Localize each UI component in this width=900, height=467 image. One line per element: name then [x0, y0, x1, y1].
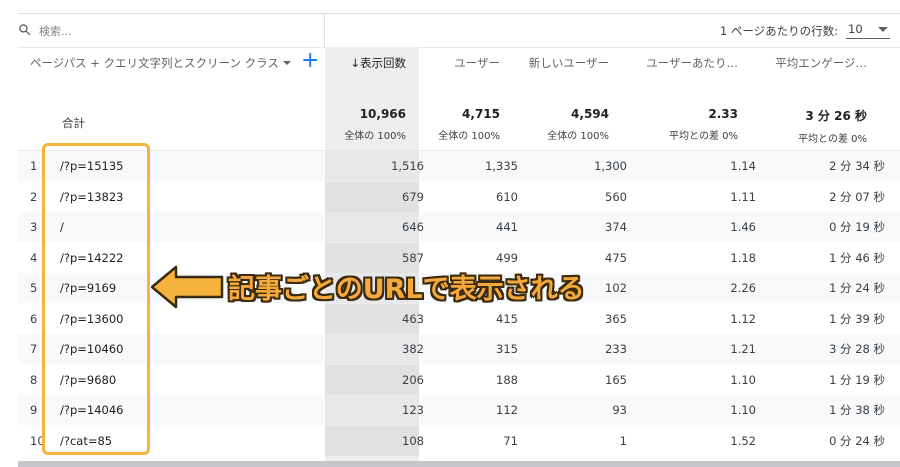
- row-index: 7: [30, 342, 38, 356]
- cell-views: 463: [402, 311, 424, 326]
- total-per-user: 2.33 平均との差 0%: [669, 107, 738, 142]
- cell-engagement: 2 分 34 秒: [829, 159, 885, 173]
- cell-engagement: 1 分 46 秒: [829, 250, 885, 265]
- row-index: 8: [30, 372, 38, 387]
- col-header-views[interactable]: ↓表示回数: [350, 55, 406, 71]
- cell-new-users: 1,300: [594, 159, 627, 173]
- col-header-engagement[interactable]: 平均エンゲージ…: [775, 55, 867, 71]
- cell-per-user: 1.21: [730, 342, 756, 356]
- cell-new-users: 365: [605, 311, 627, 326]
- row-index: 4: [30, 250, 38, 265]
- totals-label: 合計: [62, 116, 85, 130]
- col-header-new-users[interactable]: 新しいユーザー: [529, 55, 609, 71]
- cell-views: 206: [402, 372, 424, 387]
- rows-per-page-select[interactable]: 10: [846, 22, 890, 39]
- table-row[interactable]: 9/?p=14046 123 112 93 1.10 1 分 38 秒: [18, 395, 900, 425]
- cell-new-users: 374: [605, 220, 627, 234]
- total-views: 10,966 全体の 100%: [344, 107, 406, 142]
- annotation-callout: [148, 263, 226, 311]
- cell-engagement: 0 分 19 秒: [829, 220, 885, 234]
- table-row[interactable]: 10/?cat=85 108 71 1 1.52 0 分 24 秒: [18, 425, 900, 456]
- cell-per-user: 1.46: [730, 220, 756, 234]
- table-row[interactable]: 1/?p=15135 1,516 1,335 1,300 1.14 2 分 34 秒: [18, 151, 900, 181]
- cell-per-user: 1.10: [730, 372, 756, 387]
- cell-views: 123: [402, 403, 424, 417]
- cell-users: 1,335: [485, 159, 518, 173]
- cell-views: 679: [402, 189, 424, 204]
- cell-per-user: 1.12: [730, 311, 756, 326]
- cell-new-users: 560: [605, 189, 627, 204]
- cell-per-user: 1.11: [730, 189, 756, 204]
- cell-engagement: 0 分 24 秒: [829, 433, 885, 448]
- cell-new-users: 102: [605, 281, 627, 295]
- table-row[interactable]: 8/?p=9680 206 188 165 1.10 1 分 19 秒: [18, 364, 900, 395]
- dimension-selector[interactable]: ページパス + クエリ文字列とスクリーン クラス: [30, 55, 291, 71]
- search-input[interactable]: 検索...: [39, 23, 72, 39]
- search-icon: [18, 21, 31, 40]
- cell-per-user: 1.14: [730, 159, 756, 173]
- row-index: 6: [30, 311, 38, 326]
- cell-new-users: 475: [605, 250, 627, 265]
- cell-users: 112: [496, 403, 518, 417]
- cell-engagement: 2 分 07 秒: [829, 189, 885, 204]
- chevron-down-icon: [878, 26, 888, 32]
- table-row[interactable]: 7/?p=10460 382 315 233 1.21 3 分 28 秒: [18, 334, 900, 364]
- table-row[interactable]: 2/?p=13823 679 610 560 1.11 2 分 07 秒: [18, 181, 900, 212]
- cell-views: 646: [402, 220, 424, 234]
- cell-views: 1,516: [391, 159, 424, 173]
- horizontal-scrollbar[interactable]: [18, 461, 900, 467]
- col-header-users[interactable]: ユーザー: [454, 55, 500, 71]
- total-users: 4,715 全体の 100%: [438, 107, 500, 142]
- cell-engagement: 1 分 39 秒: [829, 311, 885, 326]
- header-divider: [18, 47, 900, 48]
- cell-new-users: 165: [605, 372, 627, 387]
- cell-per-user: 1.18: [730, 250, 756, 265]
- table-row[interactable]: 3/646 441 374 1.46 0 分 19 秒: [18, 212, 900, 242]
- cell-new-users: 93: [612, 403, 627, 417]
- cell-users: 610: [496, 189, 518, 204]
- row-index: 2: [30, 189, 38, 204]
- annotation-text: 記事ごとのURLで表示される: [228, 274, 585, 305]
- rows-per-page-label: 1 ページあたりの行数:: [719, 23, 838, 38]
- cell-new-users: 1: [619, 433, 627, 448]
- row-index: 1: [30, 159, 38, 173]
- cell-views: 108: [402, 433, 424, 448]
- cell-per-user: 2.26: [730, 281, 756, 295]
- total-engagement: 3 分 26 秒平均との差 0%: [798, 109, 867, 145]
- left-arrow-icon: [148, 263, 226, 311]
- cell-users: 188: [496, 372, 518, 387]
- cell-per-user: 1.52: [730, 433, 756, 448]
- cell-engagement: 3 分 28 秒: [829, 342, 885, 356]
- row-index: 3: [30, 220, 38, 234]
- cell-engagement: 1 分 19 秒: [829, 372, 885, 387]
- rows-per-page: 1 ページあたりの行数: 10: [720, 14, 890, 47]
- col-header-per-user[interactable]: ユーザーあたり…: [646, 55, 738, 71]
- cell-users: 441: [496, 220, 518, 234]
- cell-views: 382: [402, 342, 424, 356]
- row-index: 9: [30, 403, 38, 417]
- row-index: 5: [30, 281, 38, 295]
- cell-users: 415: [496, 311, 518, 326]
- add-dimension-plus-icon[interactable]: +: [301, 49, 319, 73]
- cell-engagement: 1 分 24 秒: [829, 281, 885, 295]
- page-path-highlight-box: [42, 143, 150, 455]
- caret-down-icon: [282, 61, 291, 65]
- cell-per-user: 1.10: [730, 403, 756, 417]
- total-new-users: 4,594 全体の 100%: [547, 107, 609, 142]
- cell-users: 71: [503, 433, 518, 448]
- rows-per-page-value: 10: [848, 22, 863, 36]
- cell-users: 315: [496, 342, 518, 356]
- cell-engagement: 1 分 38 秒: [829, 403, 885, 417]
- search-bar[interactable]: 検索...: [0, 14, 325, 47]
- dimension-header-label: ページパス + クエリ文字列とスクリーン クラス: [30, 56, 279, 70]
- cell-new-users: 233: [605, 342, 627, 356]
